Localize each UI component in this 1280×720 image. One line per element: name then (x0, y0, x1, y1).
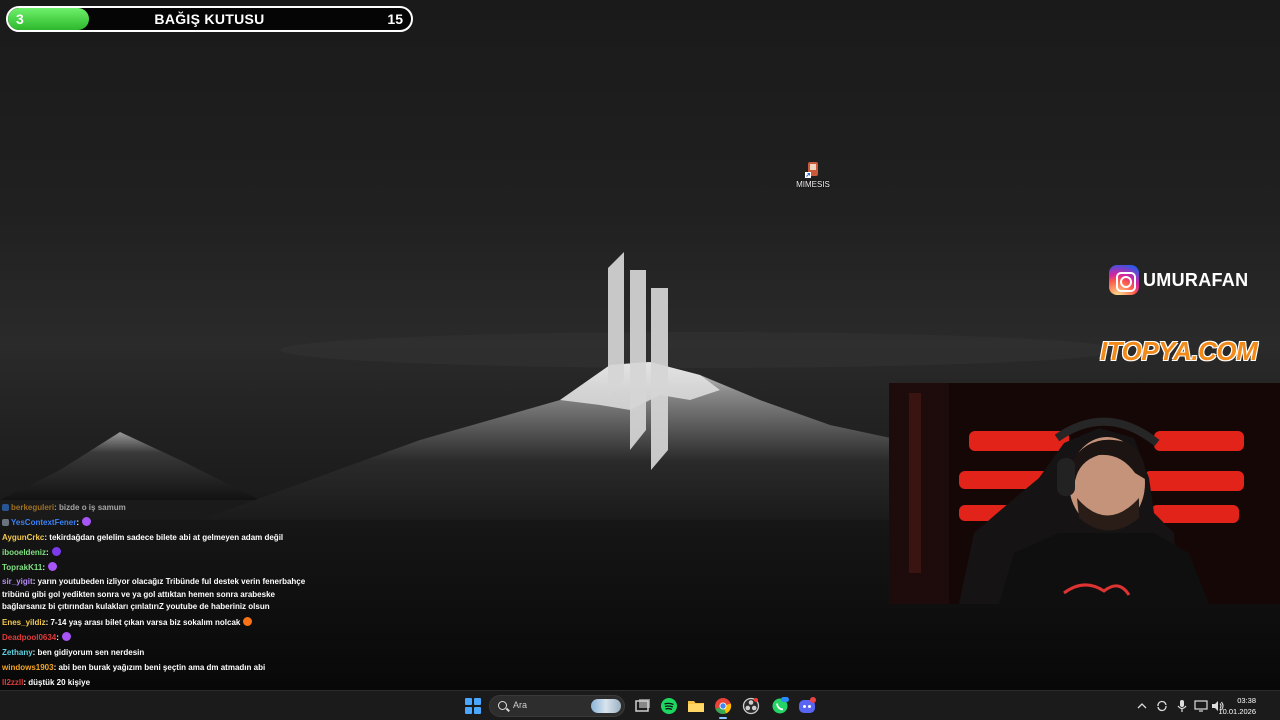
chat-username[interactable]: Zethany (2, 648, 33, 657)
show-hidden-icons-chevron[interactable] (1137, 699, 1147, 713)
obs-icon[interactable] (742, 697, 760, 715)
chat-badge-icon (2, 504, 9, 511)
spotify-icon[interactable] (660, 697, 678, 715)
windows-start-icon[interactable] (465, 698, 481, 714)
chat-message: ll2zzll: düştük 20 kişiye (2, 675, 312, 690)
file-explorer-icon[interactable] (687, 697, 705, 715)
chat-text: : tekirdağdan gelelim sadece bilete abi … (44, 533, 284, 542)
chat-username[interactable]: sir_yigit (2, 577, 33, 586)
chat-text: : (56, 632, 59, 642)
chat-message: berkeguleri: bizde o iş samum (2, 500, 312, 515)
chat-message: sir_yigit: yarın youtubeden izliyor olac… (2, 575, 312, 615)
donation-goal-bar: 3 BAĞIŞ KUTUSU 15 (6, 6, 413, 32)
chat-emote-icon (82, 517, 92, 526)
whatsapp-icon[interactable] (771, 697, 789, 715)
search-icon (498, 701, 507, 710)
chat-username[interactable]: Deadpool0634 (2, 633, 56, 642)
chat-message: AygunCrkc: tekirdağdan gelelim sadece bi… (2, 530, 312, 545)
chat-message: ToprakK11: (2, 560, 312, 575)
chat-message: Deadpool0634: (2, 630, 312, 645)
chat-text: : (42, 563, 45, 572)
chat-text: : düştük 20 kişiye (23, 677, 91, 687)
task-view-icon[interactable] (634, 697, 652, 715)
chat-username[interactable]: berkeguleri (11, 503, 54, 512)
chat-overlay: berkeguleri: bizde o iş samum YesContextF… (2, 500, 312, 720)
chat-badge-icon (2, 519, 9, 526)
chat-emote-icon (47, 562, 57, 571)
chat-text: : (76, 518, 80, 527)
chrome-icon[interactable] (714, 697, 732, 719)
instagram-icon (1109, 265, 1139, 295)
chat-text: : bizde o iş samum (54, 503, 126, 512)
chat-username[interactable]: windows1903 (2, 663, 54, 672)
search-highlight-art (591, 699, 621, 713)
desktop-icon-label: MIMESIS (796, 180, 830, 189)
chat-emote-icon (51, 547, 61, 556)
chat-username[interactable]: AygunCrkc (2, 533, 44, 542)
chat-message: ibooeldeniz: (2, 545, 312, 560)
desktop-icon-mimesis[interactable]: MIMESIS (793, 160, 833, 189)
taskbar-clock[interactable]: 03:38 10.01.2026 (1218, 695, 1256, 717)
chat-username[interactable]: ToprakK11 (2, 563, 42, 572)
sponsor-logo: ITOPYA.COM (1100, 336, 1258, 366)
clock-date: 10.01.2026 (1218, 707, 1256, 716)
clock-time: 03:38 (1237, 696, 1256, 705)
taskbar: Ara 03:38 10.01.2026 (0, 690, 1280, 720)
instagram-overlay: UMURAFAN (1109, 265, 1248, 295)
sync-icon[interactable] (1155, 699, 1169, 713)
chat-username[interactable]: ll2zzll (2, 678, 23, 687)
chat-emote-icon (61, 631, 71, 641)
chat-username[interactable]: ibooeldeniz (2, 548, 46, 557)
chat-emote-icon (243, 616, 253, 626)
chat-text: : (46, 548, 49, 557)
webcam-feed (889, 383, 1280, 604)
microphone-icon[interactable] (1176, 699, 1188, 713)
search-placeholder: Ara (513, 700, 528, 710)
chat-message: YesContextFener: (2, 515, 312, 530)
chat-text: : 7-14 yaş arası bilet çıkan varsa biz s… (45, 617, 241, 627)
chat-message: Enes_yildiz: 7-14 yaş arası bilet çıkan … (2, 615, 312, 630)
chat-username[interactable]: YesContextFener (11, 518, 76, 527)
chat-username[interactable]: Enes_yildiz (2, 618, 46, 627)
instagram-handle: UMURAFAN (1143, 269, 1249, 290)
chat-text: : yarın youtubeden izliyor olacağız Trib… (2, 577, 306, 611)
chat-text: : ben gidiyorum sen nerdesin (32, 647, 145, 657)
chat-message: Zethany: ben gidiyorum sen nerdesin (2, 645, 312, 660)
shortcut-app-icon (805, 160, 821, 178)
donation-goal-count: 15 (387, 11, 403, 27)
chat-text: : abi ben burak yağızım beni şeçtin ama … (53, 662, 266, 672)
discord-icon[interactable] (798, 697, 816, 715)
taskbar-search-box[interactable]: Ara (489, 695, 625, 717)
donation-title: BAĞIŞ KUTUSU (154, 11, 265, 27)
chat-message: windows1903: abi ben burak yağızım beni … (2, 660, 312, 675)
display-icon[interactable] (1194, 699, 1208, 713)
